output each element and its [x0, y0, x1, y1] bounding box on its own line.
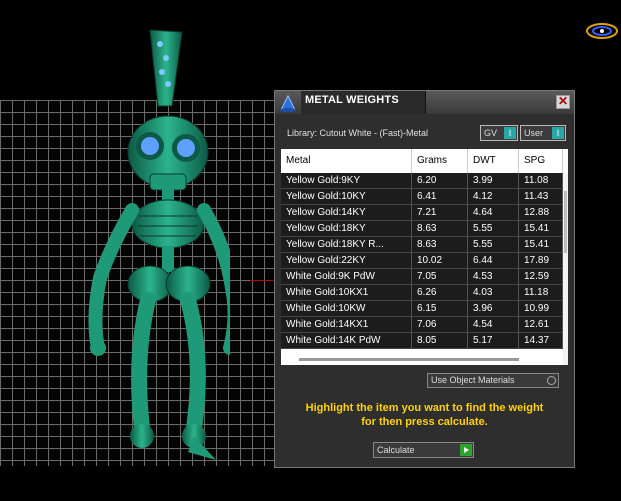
cell-grams: 8.05: [412, 333, 468, 348]
metal-table: Metal Grams DWT SPG Yellow Gold:9KY 6.20 3…: [281, 149, 568, 365]
table-row[interactable]: Yellow Gold:10KY 6.41 4.12 11.43: [281, 189, 563, 205]
cell-dwt: 4.53: [468, 269, 519, 284]
cell-metal: Yellow Gold:22KY: [281, 253, 412, 268]
use-object-materials-label: Use Object Materials: [431, 375, 515, 385]
instruction-line-2: for then press calculate.: [361, 416, 488, 428]
table-row[interactable]: Yellow Gold:9KY 6.20 3.99 11.08: [281, 173, 563, 189]
gv-toggle[interactable]: GV I: [480, 125, 518, 141]
cell-grams: 8.63: [412, 237, 468, 252]
horizontal-scroll-thumb[interactable]: [299, 358, 519, 361]
cell-grams: 6.41: [412, 189, 468, 204]
table-row[interactable]: White Gold:9K PdW 7.05 4.53 12.59: [281, 269, 563, 285]
user-toggle[interactable]: User I: [520, 125, 566, 141]
cell-spg: 11.43: [519, 189, 563, 204]
view-gizmo-icon[interactable]: [585, 20, 619, 42]
cell-spg: 15.41: [519, 221, 563, 236]
cell-spg: 15.41: [519, 237, 563, 252]
cell-spg: 12.88: [519, 205, 563, 220]
cell-metal: Yellow Gold:9KY: [281, 173, 412, 188]
calculate-label: Calculate: [377, 445, 415, 455]
dialog-titlebar[interactable]: METAL WEIGHTS ✕: [275, 91, 574, 114]
cell-grams: 7.21: [412, 205, 468, 220]
table-row[interactable]: White Gold:14K PdW 8.05 5.17 14.37: [281, 333, 563, 349]
skeleton-pendant-model[interactable]: [70, 28, 230, 468]
cell-grams: 6.20: [412, 173, 468, 188]
cell-spg: 17.89: [519, 253, 563, 268]
cell-metal: White Gold:14K PdW: [281, 333, 412, 348]
user-toggle-knob: I: [552, 127, 564, 139]
cell-spg: 10.99: [519, 301, 563, 316]
close-icon: ✕: [557, 94, 569, 108]
cell-grams: 6.15: [412, 301, 468, 316]
column-header-metal[interactable]: Metal: [281, 149, 412, 173]
instruction-line-1: Highlight the item you want to find the …: [305, 402, 544, 414]
cell-metal: Yellow Gold:18KY: [281, 221, 412, 236]
library-label: Library: Cutout White - (Fast)-Metal: [287, 128, 429, 138]
instruction-text: Highlight the item you want to find the …: [285, 401, 564, 429]
cell-grams: 6.26: [412, 285, 468, 300]
table-row[interactable]: White Gold:10KX1 6.26 4.03 11.18: [281, 285, 563, 301]
table-row[interactable]: Yellow Gold:18KY R... 8.63 5.55 15.41: [281, 237, 563, 253]
cell-spg: 14.37: [519, 333, 563, 348]
cell-grams: 7.06: [412, 317, 468, 332]
radio-circle-icon: [547, 376, 556, 385]
cell-dwt: 5.55: [468, 221, 519, 236]
cell-metal: White Gold:9K PdW: [281, 269, 412, 284]
column-header-dwt[interactable]: DWT: [468, 149, 519, 173]
cell-grams: 8.63: [412, 221, 468, 236]
cell-spg: 11.18: [519, 285, 563, 300]
cell-metal: Yellow Gold:14KY: [281, 205, 412, 220]
cell-metal: White Gold:14KX1: [281, 317, 412, 332]
column-header-grams[interactable]: Grams: [412, 149, 468, 173]
cell-grams: 10.02: [412, 253, 468, 268]
cell-dwt: 6.44: [468, 253, 519, 268]
column-header-spg[interactable]: SPG: [519, 149, 563, 173]
metal-weights-app-icon: [280, 94, 296, 112]
table-row[interactable]: Yellow Gold:22KY 10.02 6.44 17.89: [281, 253, 563, 269]
cell-metal: Yellow Gold:18KY R...: [281, 237, 412, 252]
gv-toggle-label: GV: [484, 128, 498, 138]
cell-dwt: 5.55: [468, 237, 519, 252]
cell-metal: Yellow Gold:10KY: [281, 189, 412, 204]
cell-spg: 11.08: [519, 173, 563, 188]
dialog-title: METAL WEIGHTS: [305, 94, 399, 106]
calculate-button[interactable]: Calculate: [373, 442, 474, 458]
x-axis-line: [250, 280, 276, 281]
table-header: Metal Grams DWT SPG: [281, 149, 568, 173]
gv-toggle-knob: I: [504, 127, 516, 139]
cell-dwt: 3.99: [468, 173, 519, 188]
close-button[interactable]: ✕: [556, 95, 570, 109]
table-row[interactable]: White Gold:14KX1 7.06 4.54 12.61: [281, 317, 563, 333]
cell-dwt: 4.03: [468, 285, 519, 300]
cell-dwt: 4.64: [468, 205, 519, 220]
cell-spg: 12.61: [519, 317, 563, 332]
table-rows: Yellow Gold:9KY 6.20 3.99 11.08 Yellow Gold…: [281, 173, 563, 349]
cell-spg: 12.59: [519, 269, 563, 284]
table-row[interactable]: Yellow Gold:18KY 8.63 5.55 15.41: [281, 221, 563, 237]
table-row[interactable]: Yellow Gold:14KY 7.21 4.64 12.88: [281, 205, 563, 221]
cell-dwt: 4.54: [468, 317, 519, 332]
user-toggle-label: User: [524, 128, 544, 138]
metal-weights-dialog: METAL WEIGHTS ✕ Library: Cutout White - …: [274, 90, 575, 468]
cell-grams: 7.05: [412, 269, 468, 284]
vertical-scroll-thumb[interactable]: [564, 191, 567, 253]
cell-dwt: 5.17: [468, 333, 519, 348]
play-arrow-icon: [460, 444, 472, 456]
table-row[interactable]: White Gold:10KW 6.15 3.96 10.99: [281, 301, 563, 317]
horizontal-scrollbar[interactable]: [281, 354, 563, 365]
cell-metal: White Gold:10KX1: [281, 285, 412, 300]
use-object-materials-toggle[interactable]: Use Object Materials: [427, 373, 559, 388]
cell-dwt: 4.12: [468, 189, 519, 204]
cell-dwt: 3.96: [468, 301, 519, 316]
cell-metal: White Gold:10KW: [281, 301, 412, 316]
vertical-scrollbar[interactable]: [563, 173, 568, 365]
